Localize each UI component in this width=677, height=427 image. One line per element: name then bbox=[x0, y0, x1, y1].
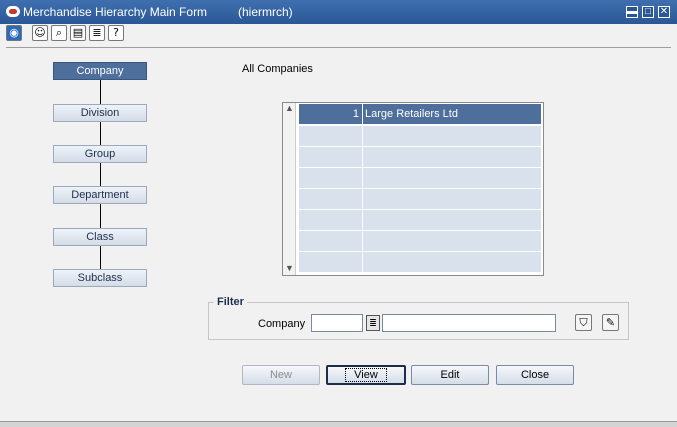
form-id: (hiermrch) bbox=[238, 5, 293, 19]
clear-filter-icon[interactable]: ✎ bbox=[602, 314, 619, 331]
window-title: Merchandise Hierarchy Main Form bbox=[23, 5, 208, 19]
row-number-cell bbox=[299, 168, 363, 189]
company-name-cell bbox=[364, 210, 541, 231]
company-id-input[interactable] bbox=[311, 314, 363, 332]
filter-legend: Filter bbox=[214, 296, 247, 308]
list-of-values-icon[interactable]: ≣ bbox=[366, 315, 380, 331]
hierarchy-group-button[interactable]: Group bbox=[53, 145, 147, 163]
row-number-cell bbox=[299, 210, 363, 231]
table-row[interactable] bbox=[299, 231, 541, 252]
row-number-cell: 1 bbox=[299, 104, 363, 125]
clipboard-icon[interactable]: ▤ bbox=[70, 25, 86, 41]
hierarchy-connector bbox=[100, 246, 101, 269]
row-number-cell bbox=[299, 147, 363, 168]
title-bar: Merchandise Hierarchy Main Form (hiermrc… bbox=[0, 0, 677, 24]
table-row[interactable]: 1 Large Retailers Ltd bbox=[299, 104, 541, 125]
hierarchy-connector bbox=[100, 80, 101, 104]
row-number-cell bbox=[299, 189, 363, 210]
globe-icon[interactable]: ◉ bbox=[6, 25, 22, 41]
row-number-cell bbox=[299, 126, 363, 147]
table-row[interactable] bbox=[299, 189, 541, 210]
hierarchy-subclass-button[interactable]: Subclass bbox=[53, 269, 147, 287]
company-name-cell bbox=[364, 231, 541, 252]
company-name-cell bbox=[364, 252, 541, 273]
minimize-button[interactable]: ▬ bbox=[626, 6, 638, 18]
toolbar-divider bbox=[6, 47, 671, 48]
view-button-label: View bbox=[345, 368, 387, 382]
question-icon[interactable]: ? bbox=[108, 25, 124, 41]
company-name-cell: Large Retailers Ltd bbox=[365, 108, 458, 120]
view-button[interactable]: View bbox=[326, 365, 406, 385]
close-window-button[interactable]: ✕ bbox=[658, 6, 670, 18]
table-row[interactable] bbox=[299, 210, 541, 231]
hierarchy-department-button[interactable]: Department bbox=[53, 186, 147, 204]
scroll-down-icon[interactable]: ▼ bbox=[283, 263, 296, 274]
apply-filter-icon[interactable]: ⛉ bbox=[575, 314, 592, 331]
hierarchy-connector bbox=[100, 163, 101, 186]
help-icon[interactable]: ☺ bbox=[32, 25, 48, 41]
hierarchy-connector bbox=[100, 122, 101, 145]
edit-button[interactable]: Edit bbox=[411, 365, 489, 385]
notes-icon[interactable]: ≣ bbox=[89, 25, 105, 41]
company-name-cell bbox=[364, 126, 541, 147]
hierarchy-class-button[interactable]: Class bbox=[53, 228, 147, 246]
company-name-cell bbox=[364, 147, 541, 168]
hierarchy-company-button[interactable]: Company bbox=[53, 62, 147, 80]
scroll-up-icon[interactable]: ▲ bbox=[283, 103, 296, 114]
company-name-cell bbox=[364, 189, 541, 210]
close-button[interactable]: Close bbox=[496, 365, 574, 385]
filter-company-label: Company bbox=[258, 318, 306, 330]
table-row[interactable] bbox=[299, 126, 541, 147]
grid-scrollbar[interactable]: ▲ ▼ bbox=[283, 103, 296, 275]
find-icon[interactable]: ⌕ bbox=[51, 25, 67, 41]
hierarchy-connector bbox=[100, 204, 101, 228]
row-number-cell bbox=[299, 231, 363, 252]
list-heading: All Companies bbox=[242, 63, 313, 75]
company-name-cell bbox=[364, 168, 541, 189]
table-row[interactable] bbox=[299, 252, 541, 273]
hierarchy-division-button[interactable]: Division bbox=[53, 104, 147, 122]
table-row[interactable] bbox=[299, 147, 541, 168]
taskbar-strip bbox=[0, 421, 677, 427]
oracle-logo-icon bbox=[6, 6, 20, 17]
row-number-cell bbox=[299, 252, 363, 273]
table-row[interactable] bbox=[299, 168, 541, 189]
maximize-button[interactable]: □ bbox=[642, 6, 654, 18]
new-button[interactable]: New bbox=[242, 365, 320, 385]
toolbar: ◉ ☺ ⌕ ▤ ≣ ? bbox=[0, 24, 677, 44]
company-description-input[interactable] bbox=[382, 314, 556, 332]
